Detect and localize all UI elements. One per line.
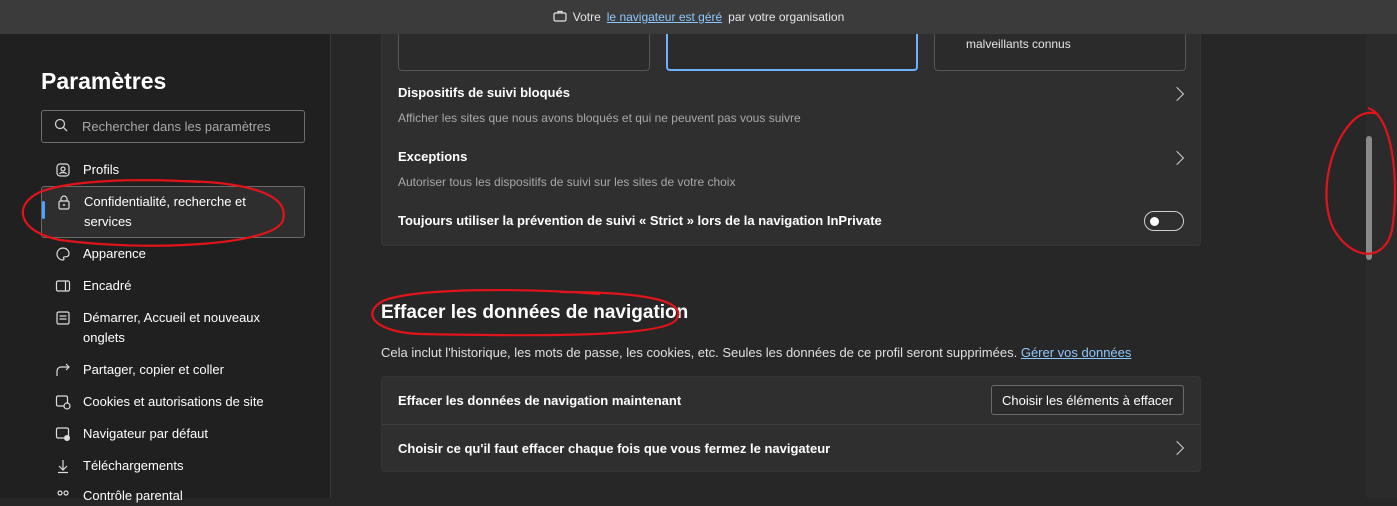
toggle-knob xyxy=(1150,217,1159,226)
exceptions-title: Exceptions xyxy=(398,149,468,164)
managed-browser-link[interactable]: le navigateur est géré xyxy=(607,10,722,24)
choose-items-button[interactable]: Choisir les éléments à effacer xyxy=(990,385,1184,415)
home-icon xyxy=(54,309,72,327)
sidebar-item-partager[interactable]: Partager, copier et coller xyxy=(41,360,305,380)
page-title: Paramètres xyxy=(41,68,167,94)
clear-on-close-label: Choisir ce qu'il faut effacer chaque foi… xyxy=(398,441,831,456)
exceptions-desc: Autoriser tous les dispositifs de suivi … xyxy=(398,175,736,189)
blocked-trackers-desc: Afficher les sites que nous avons bloqué… xyxy=(398,111,801,125)
blocked-trackers-title: Dispositifs de suivi bloqués xyxy=(398,85,570,100)
scrollbar-track[interactable] xyxy=(1366,34,1397,498)
manage-data-link[interactable]: Gérer vos données xyxy=(1021,345,1132,360)
sidebar-item-apparence[interactable]: Apparence xyxy=(41,244,305,264)
sidebar-item-telechargements[interactable]: Téléchargements xyxy=(41,456,305,476)
default-browser-icon xyxy=(54,425,72,443)
search-icon xyxy=(54,118,68,135)
sidebar-item-privacy[interactable]: Confidentialité, recherche et services xyxy=(41,186,305,238)
sidebar-item-label: Encadré xyxy=(83,278,132,293)
tile-description: malveillants connus xyxy=(966,37,1071,51)
sidebar-item-label: Contrôle parental xyxy=(83,488,183,503)
family-icon xyxy=(54,487,72,505)
clear-data-card: Effacer les données de navigation mainte… xyxy=(381,376,1201,472)
tracking-level-tile-balanced[interactable] xyxy=(666,34,918,71)
clear-data-title: Effacer les données de navigation xyxy=(381,302,689,323)
sidebar-item-label: Démarrer, Accueil et nouveaux onglets xyxy=(83,310,261,345)
sidebar-item-navigateur-defaut[interactable]: Navigateur par défaut xyxy=(41,424,305,444)
clear-data-desc-text: Cela inclut l'historique, les mots de pa… xyxy=(381,345,1018,360)
chevron-right-icon xyxy=(1169,86,1185,102)
chevron-right-icon xyxy=(1169,440,1185,456)
clear-on-close-row[interactable]: Choisir ce qu'il faut effacer chaque foi… xyxy=(382,425,1200,473)
sidebar-item-encadre[interactable]: Encadré xyxy=(41,276,305,296)
sidebar-item-label: Navigateur par défaut xyxy=(83,426,209,441)
lock-icon xyxy=(55,193,73,211)
sidebar-item-label: Téléchargements xyxy=(83,458,184,473)
infobar-suffix: par votre organisation xyxy=(728,10,845,24)
clear-data-description: Cela inclut l'historique, les mots de pa… xyxy=(381,345,1131,360)
sidebar-item-label: Confidentialité, recherche et services xyxy=(84,194,246,229)
settings-search-input[interactable]: Rechercher dans les paramètres xyxy=(41,110,305,143)
sidebar-item-label: Profils xyxy=(83,162,120,177)
share-icon xyxy=(54,361,72,379)
download-icon xyxy=(54,457,72,475)
sidebar-item-profils[interactable]: Profils xyxy=(41,160,305,180)
managed-infobar: Votre le navigateur est géré par votre o… xyxy=(0,0,1397,34)
cookie-settings-icon xyxy=(54,393,72,411)
briefcase-icon xyxy=(553,10,567,25)
settings-main: malveillants connus Dispositifs de suivi… xyxy=(331,34,1366,498)
search-placeholder: Rechercher dans les paramètres xyxy=(82,119,271,134)
strict-inprivate-row: Toujours utiliser la prévention de suivi… xyxy=(382,201,1200,241)
sidebar-item-label: Apparence xyxy=(83,246,146,261)
tracking-level-tile-basic[interactable] xyxy=(398,34,650,71)
strict-inprivate-label: Toujours utiliser la prévention de suivi… xyxy=(398,213,882,228)
sidebar-item-controle-parental[interactable]: Contrôle parental xyxy=(41,486,305,506)
sidebar-item-cookies[interactable]: Cookies et autorisations de site xyxy=(41,392,305,412)
blocked-trackers-row[interactable]: Dispositifs de suivi bloqués Afficher le… xyxy=(382,77,1200,133)
settings-sidebar: Paramètres Rechercher dans les paramètre… xyxy=(0,34,331,503)
sidebar-panel-icon xyxy=(54,277,72,295)
palette-icon xyxy=(54,245,72,263)
profile-icon xyxy=(54,161,72,179)
sidebar-item-label: Cookies et autorisations de site xyxy=(83,394,264,409)
clear-now-row: Effacer les données de navigation mainte… xyxy=(382,377,1200,423)
chevron-right-icon xyxy=(1169,150,1185,166)
sidebar-item-demarrer[interactable]: Démarrer, Accueil et nouveaux onglets xyxy=(41,308,305,348)
tracking-level-tile-strict[interactable]: malveillants connus xyxy=(934,34,1186,71)
strict-inprivate-toggle[interactable] xyxy=(1144,211,1184,231)
infobar-prefix: Votre xyxy=(572,10,601,24)
clear-now-label: Effacer les données de navigation mainte… xyxy=(398,393,682,408)
exceptions-row[interactable]: Exceptions Autoriser tous les dispositif… xyxy=(382,141,1200,197)
scrollbar-thumb[interactable] xyxy=(1366,136,1372,260)
sidebar-item-label: Partager, copier et coller xyxy=(83,362,224,377)
tracking-prevention-card: malveillants connus Dispositifs de suivi… xyxy=(381,34,1201,246)
